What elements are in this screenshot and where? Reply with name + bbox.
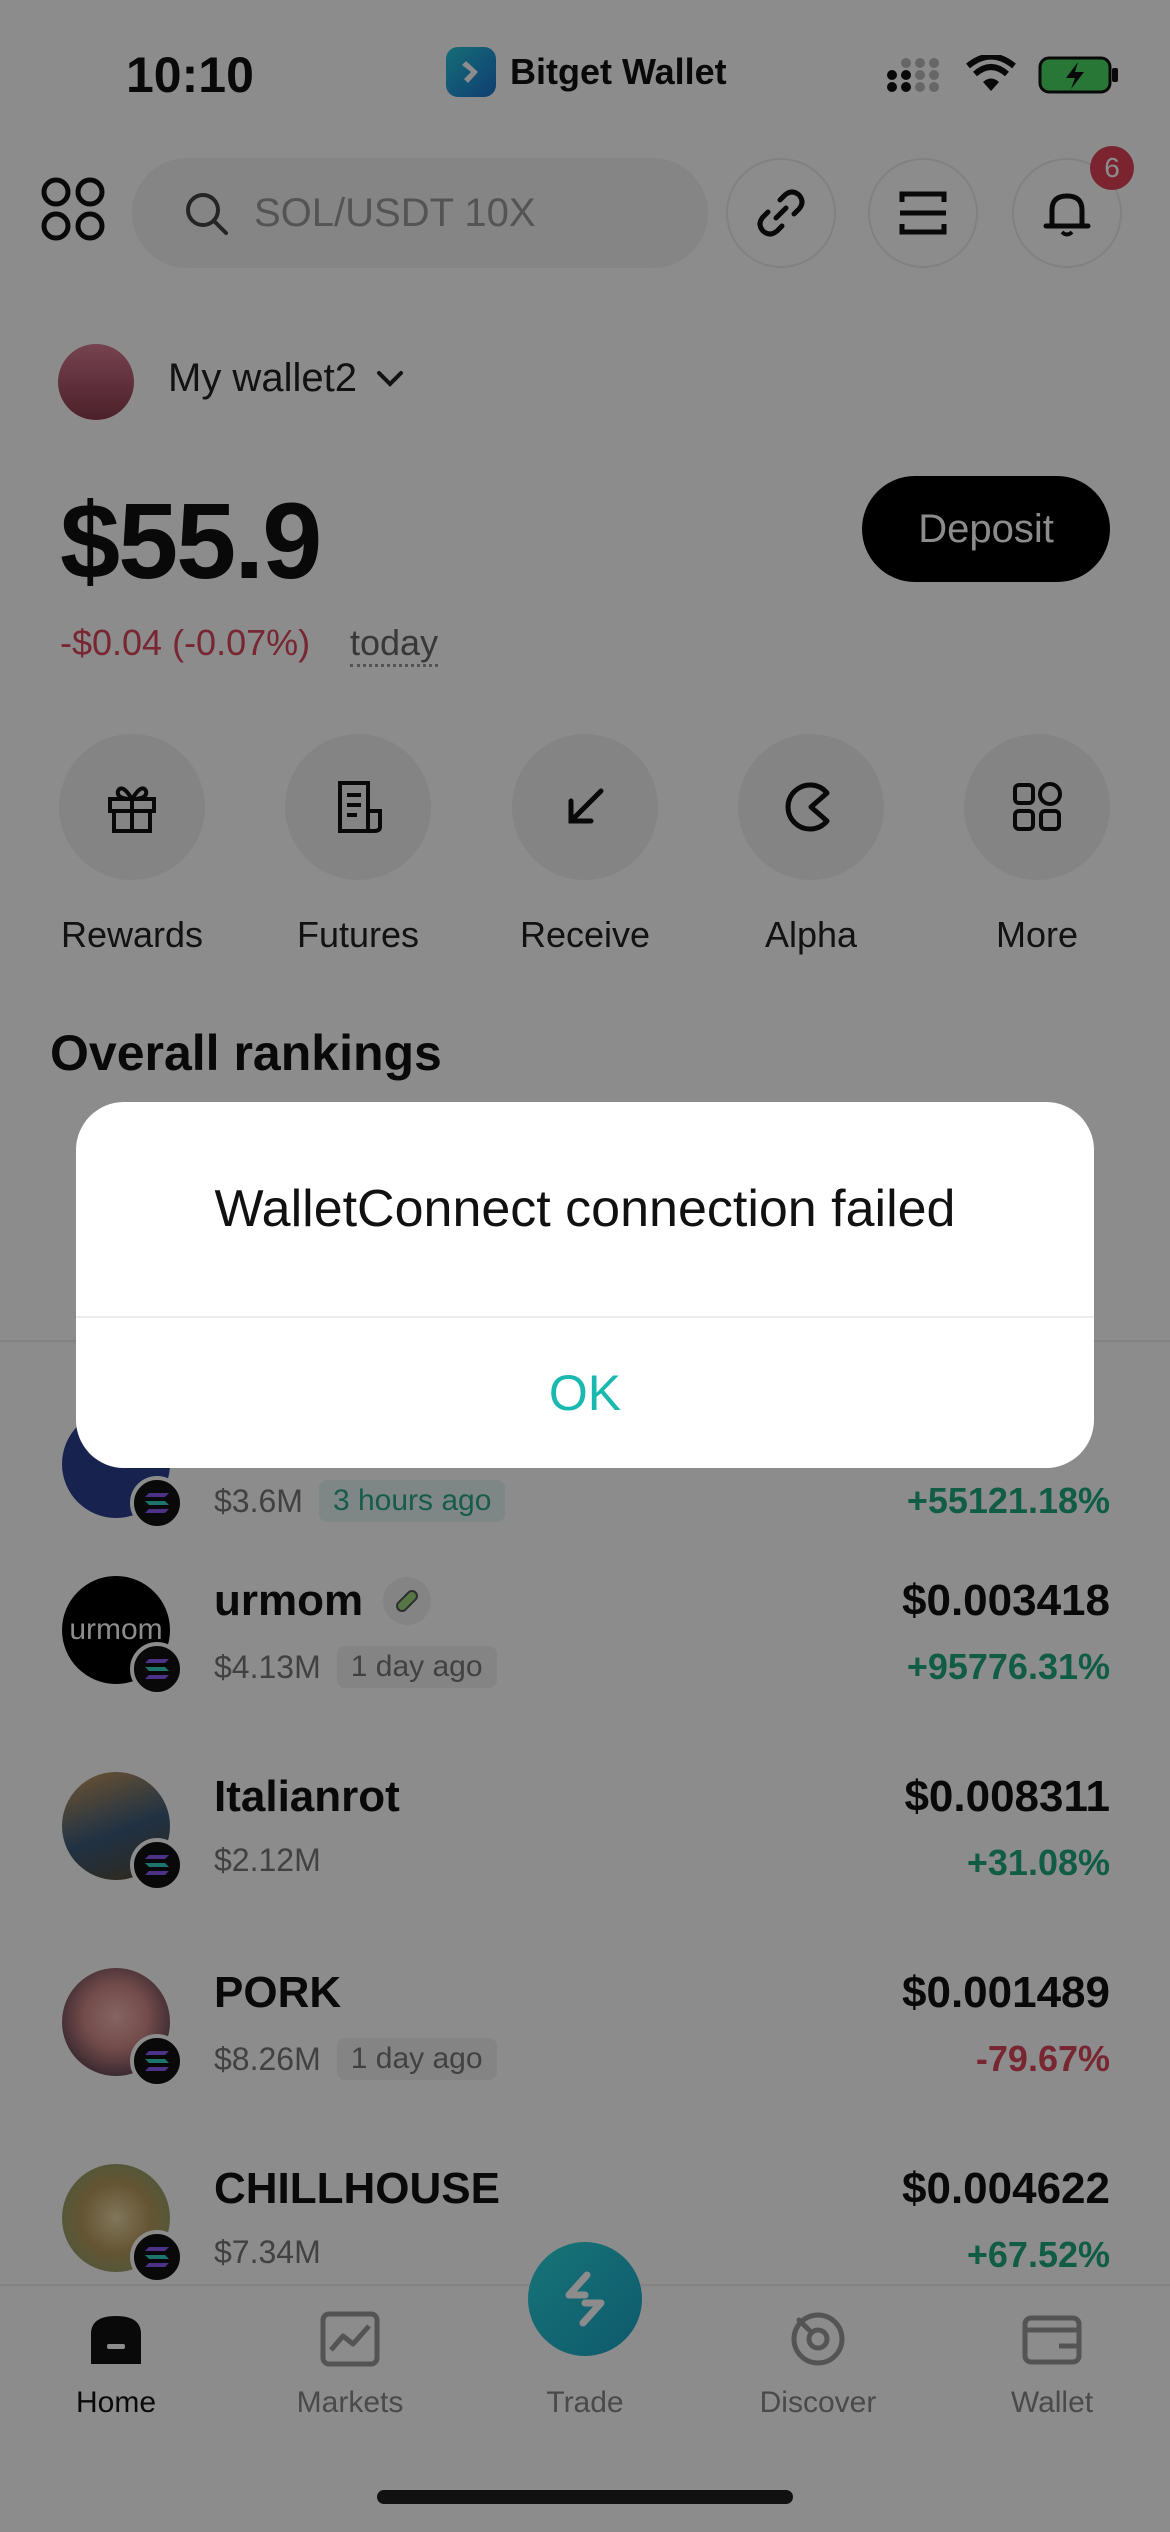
dialog-message: WalletConnect connection failed	[214, 1180, 956, 1238]
home-indicator[interactable]	[377, 2490, 793, 2504]
ok-button[interactable]: OK	[76, 1318, 1094, 1468]
error-dialog: WalletConnect connection failed OK	[76, 1102, 1094, 1468]
